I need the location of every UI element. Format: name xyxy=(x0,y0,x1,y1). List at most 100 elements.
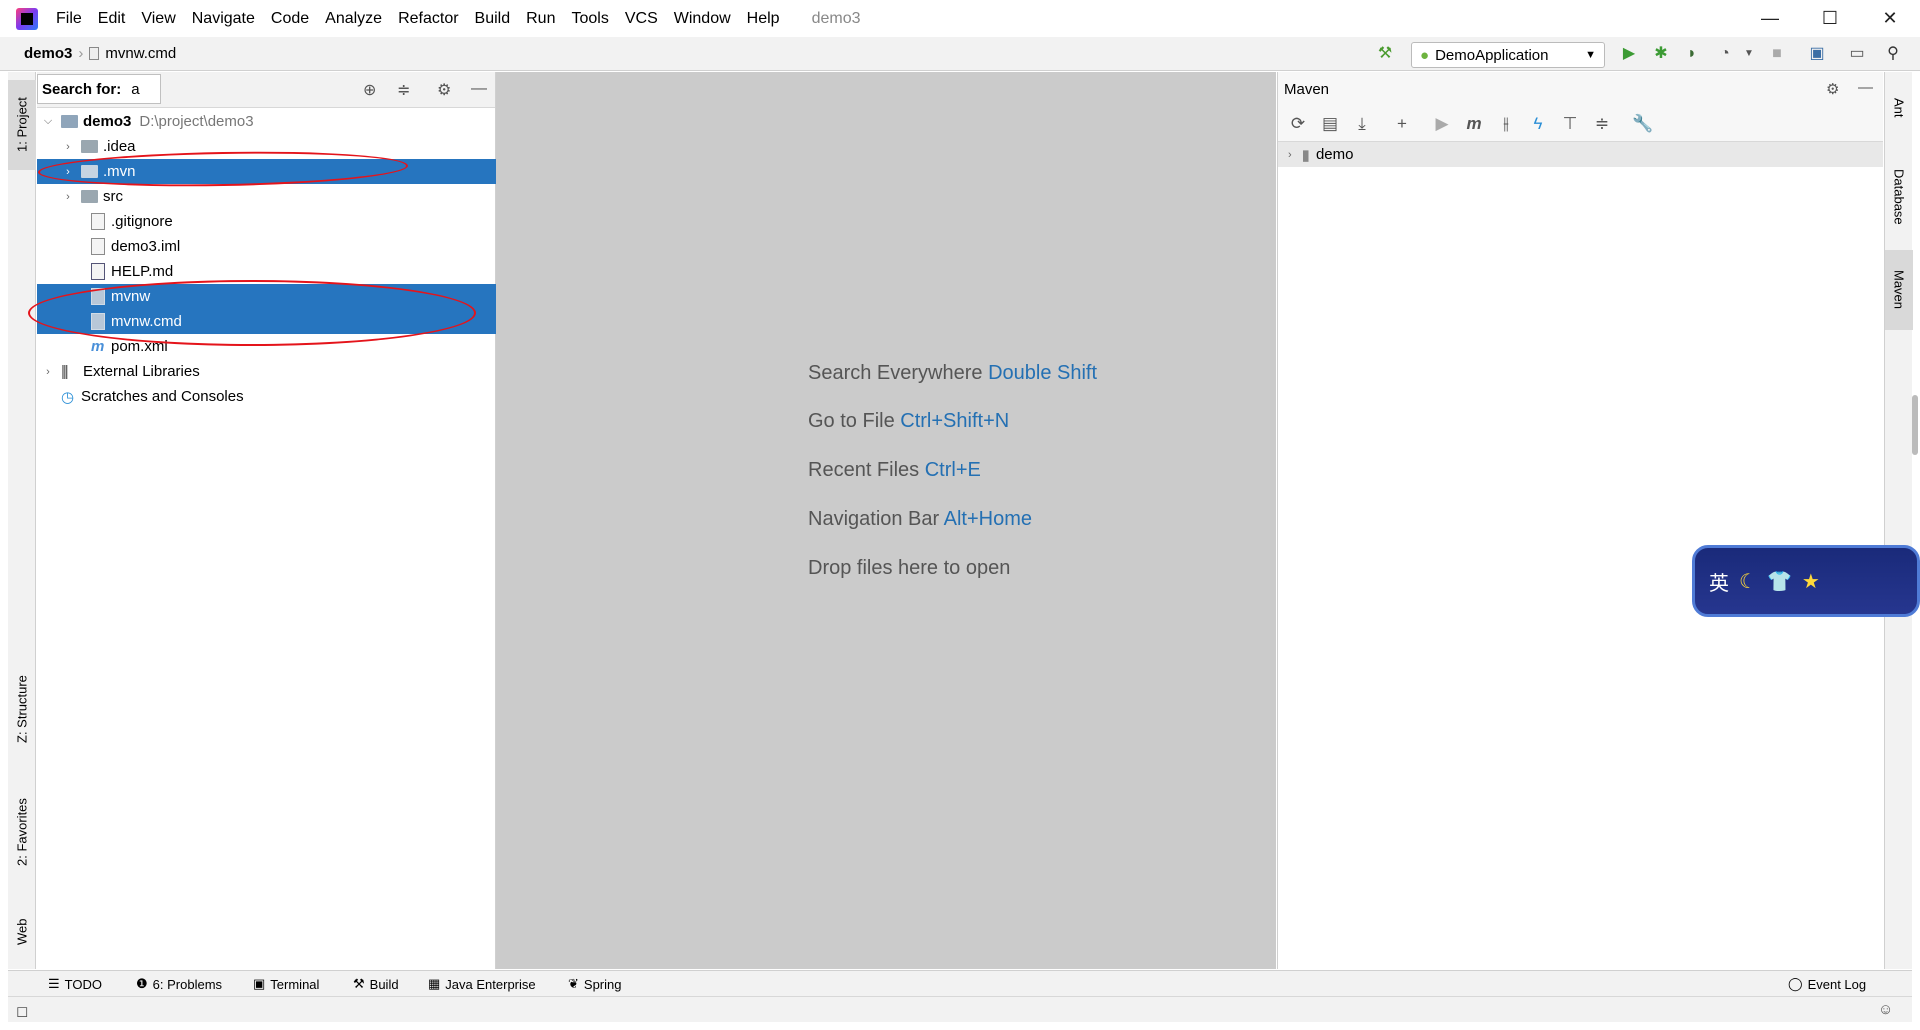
java-enterprise-icon: ▦ xyxy=(428,976,441,991)
tab-todo[interactable]: ☰ TODO xyxy=(48,976,102,992)
chevron-right-icon[interactable]: › xyxy=(1288,149,1292,161)
editor-empty-area[interactable]: Search Everywhere Double Shift Go to Fil… xyxy=(496,72,1276,969)
menu-vcs[interactable]: VCS xyxy=(617,0,666,37)
profile-icon[interactable]: ◔ xyxy=(1716,45,1734,63)
terminal-window-icon[interactable]: ▭ xyxy=(1848,45,1866,63)
breadcrumb-file[interactable]: mvnw.cmd xyxy=(105,45,176,62)
skip-tests-icon[interactable]: ϟ xyxy=(1528,114,1548,134)
tab-ant[interactable]: Ant xyxy=(1885,78,1913,138)
show-dependencies-icon[interactable]: ⊤ xyxy=(1560,114,1580,134)
tab-web[interactable]: Web xyxy=(8,902,36,962)
menu-code[interactable]: Code xyxy=(263,0,317,37)
speed-search-field[interactable]: Search for: a xyxy=(37,74,161,104)
menu-edit[interactable]: Edit xyxy=(90,0,134,37)
generate-sources-icon[interactable]: ▤ xyxy=(1320,114,1340,134)
tab-event-log[interactable]: ◯ Event Log xyxy=(1788,976,1866,992)
menu-refactor[interactable]: Refactor xyxy=(390,0,466,37)
close-button[interactable]: ✕ xyxy=(1860,0,1920,37)
tree-item-label: .gitignore xyxy=(111,213,173,230)
tab-project[interactable]: 1: Project xyxy=(8,80,36,170)
speech-bubble-icon: ◯ xyxy=(1788,976,1803,991)
hint-text: Recent Files xyxy=(808,459,920,481)
tree-item-iml[interactable]: demo3.iml xyxy=(37,234,496,259)
gear-icon[interactable]: ⚙ xyxy=(1826,80,1839,98)
tab-favorites[interactable]: 2: Favorites xyxy=(8,782,36,882)
coverage-icon[interactable]: ◗ xyxy=(1683,45,1701,63)
status-bar: ◻ ☺ xyxy=(8,996,1912,1022)
hint-shortcut: Ctrl+E xyxy=(924,459,981,481)
tab-structure[interactable]: Z: Structure xyxy=(8,657,36,762)
maven-project-row[interactable]: › ▮ demo xyxy=(1278,142,1883,167)
markdown-file-icon xyxy=(91,263,105,280)
tab-spring[interactable]: ❦ Spring xyxy=(568,976,621,992)
tree-item-external-libraries[interactable]: › ||| External Libraries xyxy=(37,359,496,384)
tab-ant-label: Ant xyxy=(1891,98,1907,118)
folder-icon xyxy=(81,140,98,153)
tab-build[interactable]: ⚒ Build xyxy=(353,976,399,992)
menu-window[interactable]: Window xyxy=(666,0,739,37)
hide-panel-icon[interactable]: — xyxy=(1858,79,1873,96)
tree-item-src[interactable]: › src xyxy=(37,184,496,209)
hint-shortcut: Double Shift xyxy=(988,362,1098,384)
maven-file-icon: m xyxy=(91,338,105,355)
maximize-button[interactable]: ☐ xyxy=(1800,0,1860,37)
hint-search-everywhere: Search Everywhere Double Shift xyxy=(808,362,1097,385)
iml-file-icon xyxy=(91,238,105,255)
hint-recent-files: Recent Files Ctrl+E xyxy=(808,459,981,482)
chevron-right-icon[interactable]: › xyxy=(61,191,75,203)
hint-text: Search Everywhere xyxy=(808,362,983,384)
title-bar: File Edit View Navigate Code Analyze Ref… xyxy=(0,0,1920,37)
tree-root[interactable]: ⌵ demo3 D:\project\demo3 xyxy=(37,109,496,134)
hint-text: Go to File xyxy=(808,410,895,432)
chevron-down-icon[interactable]: ▼ xyxy=(1740,45,1758,63)
tab-problems[interactable]: ❶ 6: Problems xyxy=(136,976,222,992)
notifications-icon[interactable]: ☺ xyxy=(1878,1001,1893,1018)
chevron-down-icon[interactable]: ⌵ xyxy=(41,115,55,128)
tab-maven[interactable]: Maven xyxy=(1885,250,1913,330)
menu-help[interactable]: Help xyxy=(739,0,788,37)
run-config-select[interactable]: ● DemoApplication ▼ xyxy=(1411,42,1605,68)
collapse-all-icon[interactable]: ≑ xyxy=(397,80,410,100)
run-icon[interactable]: ▶ xyxy=(1620,45,1638,63)
chevron-right-icon[interactable]: › xyxy=(41,366,55,378)
menu-file[interactable]: File xyxy=(48,0,90,37)
tool-windows-icon[interactable]: ◻ xyxy=(16,1002,28,1020)
collapse-all-icon[interactable]: ≑ xyxy=(1592,114,1612,134)
tree-item-gitignore[interactable]: .gitignore xyxy=(37,209,496,234)
project-structure-icon[interactable]: ▣ xyxy=(1808,45,1826,63)
folder-icon xyxy=(81,190,98,203)
run-icon[interactable]: ▶ xyxy=(1432,114,1452,134)
locate-icon[interactable]: ⊕ xyxy=(363,80,376,100)
menu-run[interactable]: Run xyxy=(518,0,563,37)
menu-analyze[interactable]: Analyze xyxy=(317,0,390,37)
scrollbar[interactable] xyxy=(1912,395,1918,455)
wrench-icon[interactable]: 🔧 xyxy=(1632,114,1653,134)
menu-view[interactable]: View xyxy=(133,0,183,37)
add-icon[interactable]: + xyxy=(1392,114,1412,134)
star-icon: ★ xyxy=(1801,570,1820,593)
tree-item-label: Scratches and Consoles xyxy=(81,388,244,405)
stop-icon[interactable]: ■ xyxy=(1768,45,1786,63)
problems-icon: ❶ xyxy=(136,976,148,991)
search-icon[interactable]: ⚲ xyxy=(1884,45,1902,63)
breadcrumb-project[interactable]: demo3 xyxy=(24,45,72,62)
tab-terminal[interactable]: ▣ Terminal xyxy=(253,976,319,992)
menu-build[interactable]: Build xyxy=(467,0,519,37)
ime-floating-badge[interactable]: 英 ☾ 👕 ★ xyxy=(1692,545,1920,617)
toggle-offline-icon[interactable]: ⫲ xyxy=(1496,114,1516,134)
tab-database[interactable]: Database xyxy=(1885,152,1913,242)
gear-icon[interactable]: ⚙ xyxy=(437,80,451,100)
build-hammer-icon[interactable]: ⚒ xyxy=(1376,45,1394,63)
reload-icon[interactable]: ⟳ xyxy=(1288,114,1308,134)
maven-goal-icon[interactable]: m xyxy=(1464,114,1484,134)
debug-icon[interactable]: ✱ xyxy=(1652,45,1670,63)
menu-navigate[interactable]: Navigate xyxy=(184,0,263,37)
tree-item-scratches[interactable]: ◷ Scratches and Consoles xyxy=(37,384,496,409)
minimize-button[interactable]: — xyxy=(1740,0,1800,37)
project-panel-header: Search for: a ⊕ ≑ ⚙ — xyxy=(37,72,495,108)
tab-java-enterprise[interactable]: ▦ Java Enterprise xyxy=(428,976,536,992)
hide-panel-icon[interactable]: — xyxy=(471,80,487,98)
download-icon[interactable]: ⤓ xyxy=(1352,114,1372,134)
chevron-right-icon[interactable]: › xyxy=(61,141,75,153)
menu-tools[interactable]: Tools xyxy=(563,0,616,37)
